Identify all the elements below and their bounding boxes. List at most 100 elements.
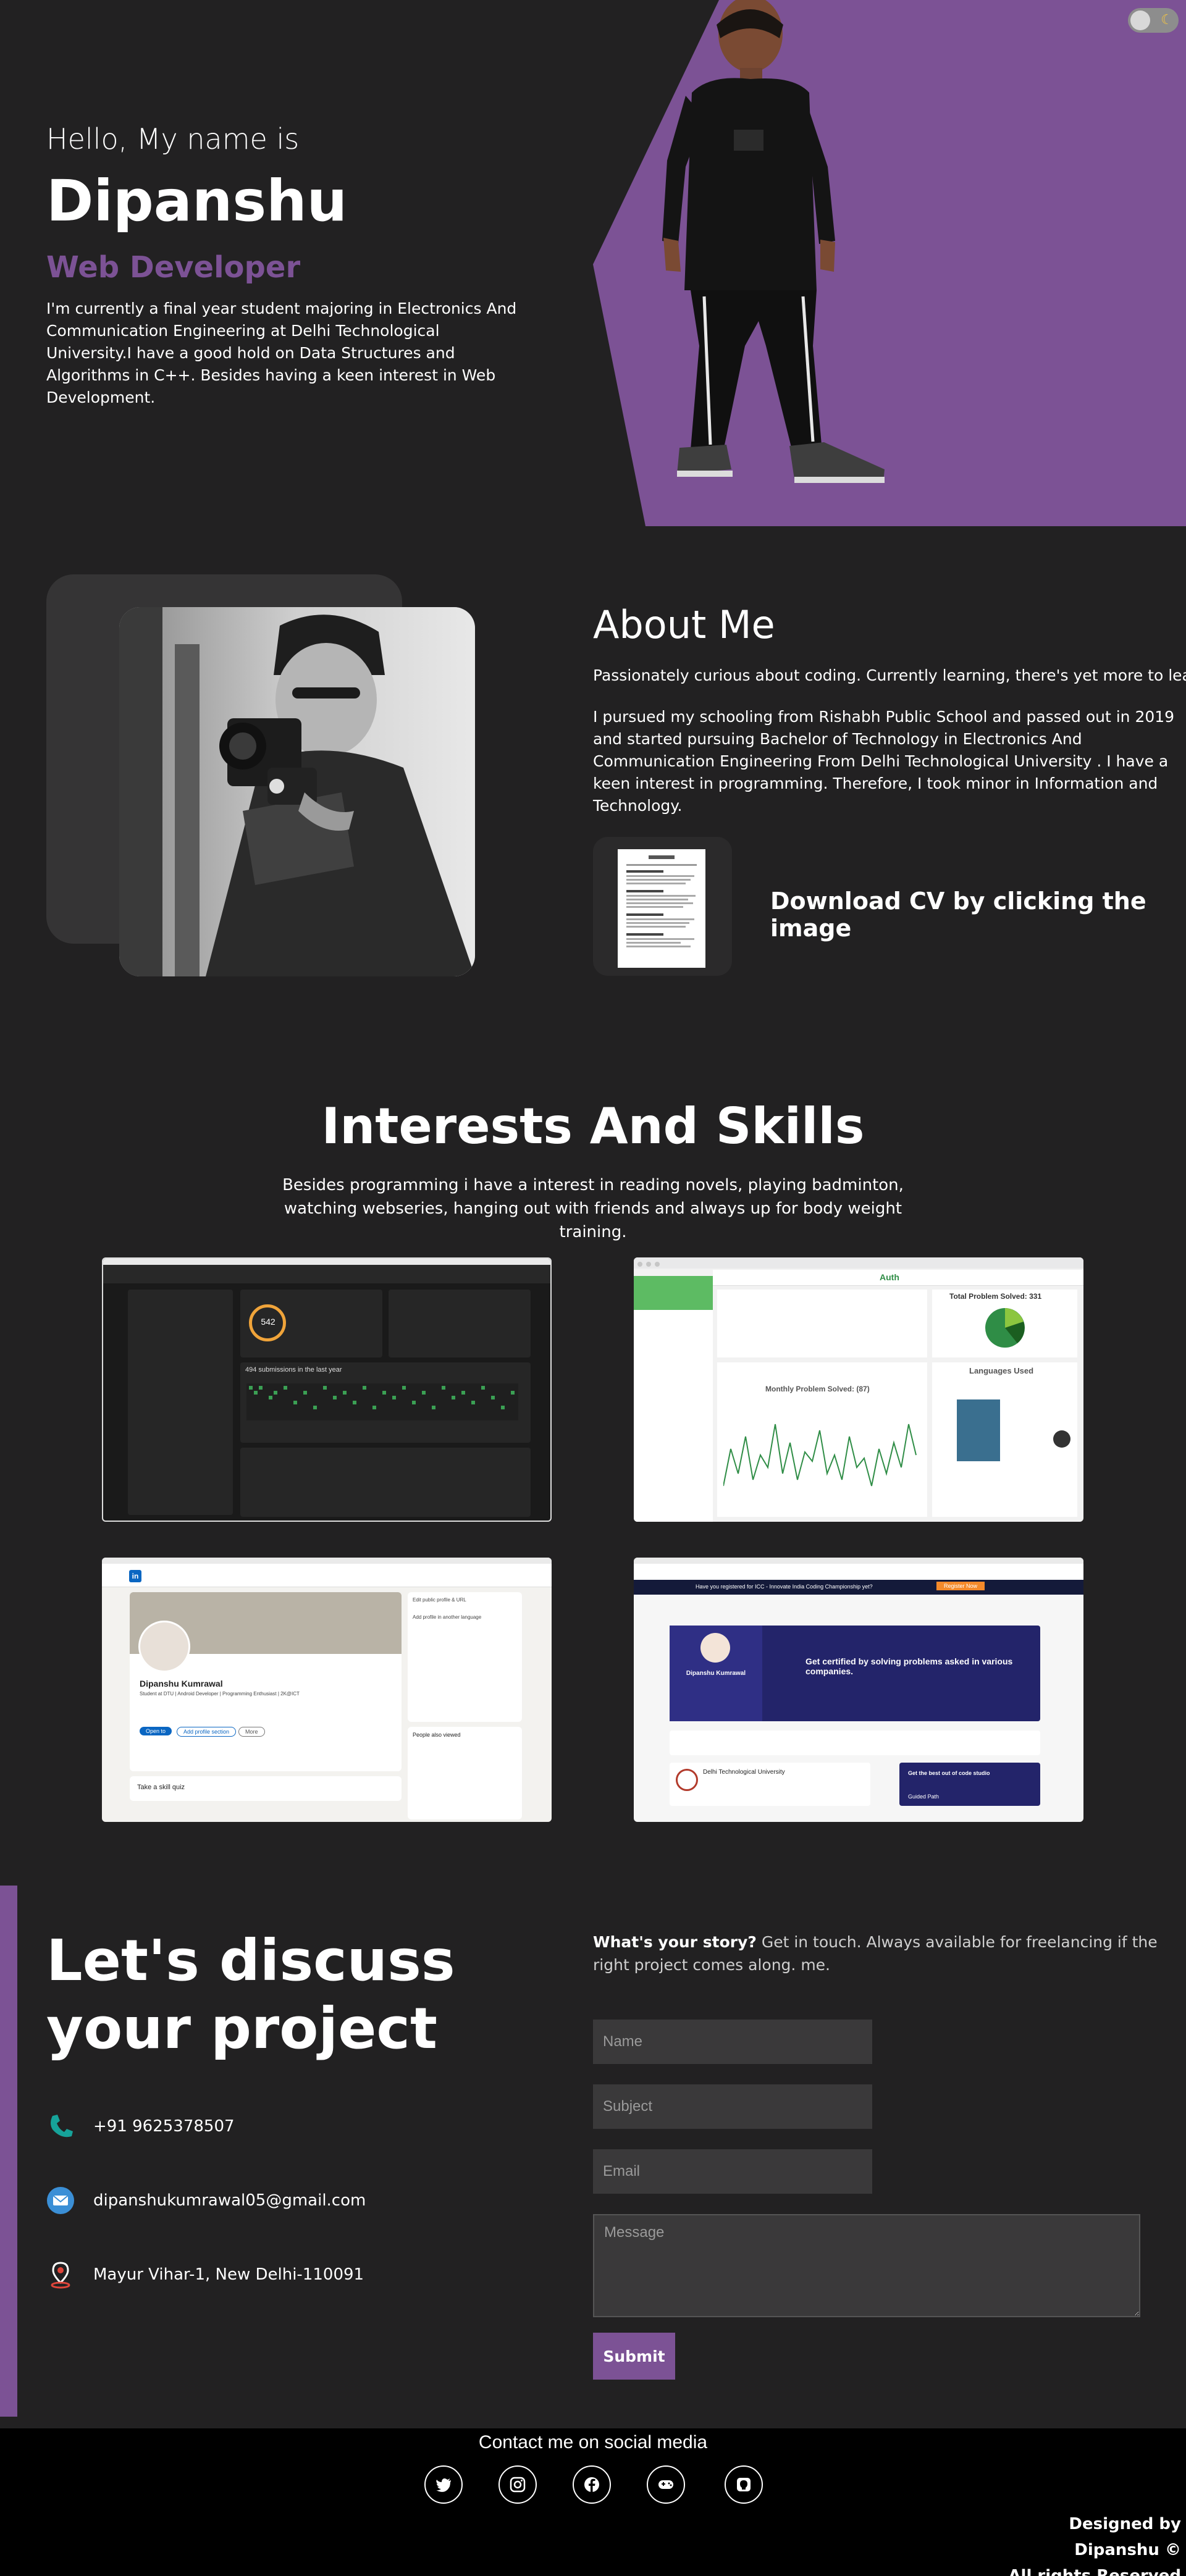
credit-line-1: Designed by Dipanshu ©: [1069, 2515, 1181, 2559]
cv-download-image[interactable]: [593, 837, 732, 976]
gfg-line-chart: [723, 1424, 917, 1487]
linkedin-profile-card: Dipanshu Kumrawal Student at DTU | Andro…: [130, 1592, 402, 1771]
contact-phone[interactable]: +91 9625378507: [46, 2111, 235, 2142]
subject-field[interactable]: [593, 2084, 872, 2129]
story-heading: What's your story?: [593, 1933, 757, 1951]
cert-text: Get certified by solving problems asked …: [805, 1656, 1013, 1676]
phone-number: +91 9625378507: [93, 2117, 235, 2136]
contact-story: What's your story? Get in touch. Always …: [593, 1931, 1167, 1976]
linkedin-name: Dipanshu Kumrawal: [140, 1679, 223, 1689]
gfg-brand: Auth: [880, 1272, 899, 1282]
side-link-1: Edit public profile & URL: [413, 1597, 466, 1603]
gfg-language-bar: [957, 1399, 1000, 1461]
gfg-info-card: [717, 1290, 927, 1357]
gamepad-icon[interactable]: [647, 2465, 685, 2504]
college-card: Delhi Technological University: [670, 1763, 870, 1806]
footer-title: Contact me on social media: [478, 2432, 708, 2452]
linkedin-people-card: People also viewed: [408, 1727, 522, 1819]
codestudio-navbar: [634, 1564, 1083, 1580]
submission-heatmap: [246, 1383, 518, 1420]
avatar: [138, 1621, 190, 1672]
codestudio-banner: Have you registered for ICC - Innovate I…: [634, 1580, 1083, 1595]
gfg-sidebar: [634, 1310, 713, 1522]
linkedin-navbar: in: [102, 1564, 552, 1587]
contact-accent-stripe: [0, 1886, 17, 2417]
leetcode-recent-panel: [240, 1448, 531, 1517]
facebook-icon[interactable]: [573, 2465, 611, 2504]
avatar: [700, 1633, 730, 1663]
gfg-monthly-heading: Monthly Problem Solved: (87): [765, 1385, 870, 1393]
banner-text: Have you registered for ICC - Innovate I…: [696, 1584, 873, 1590]
gfg-languages-card: Languages Used: [932, 1362, 1077, 1517]
stats-row: [670, 1731, 1040, 1755]
leetcode-screenshot: 542 494 submissions in the last year: [102, 1257, 552, 1522]
hero-greeting: Hello, My name is: [46, 122, 300, 156]
profile-block: Dipanshu Kumrawal: [670, 1626, 762, 1721]
email-field[interactable]: [593, 2149, 872, 2194]
profile-name: Dipanshu Kumrawal: [686, 1670, 746, 1677]
gfg-total-card: Total Problem Solved: 331: [932, 1290, 1077, 1357]
gfg-monthly-card: Monthly Problem Solved: (87): [717, 1362, 927, 1517]
register-button: Register Now: [936, 1582, 985, 1590]
twitter-icon[interactable]: [424, 2465, 463, 2504]
instagram-icon[interactable]: [498, 2465, 537, 2504]
codestudio-screenshot: Have you registered for ICC - Innovate I…: [634, 1558, 1083, 1822]
email-address: dipanshukumrawal05@gmail.com: [93, 2191, 366, 2210]
hero-role: Web Developer: [46, 250, 301, 285]
linkedin-side-card: Edit public profile & URL Add profile in…: [408, 1592, 522, 1722]
contact-email[interactable]: dipanshukumrawal05@gmail.com: [46, 2185, 366, 2216]
message-field[interactable]: [593, 2214, 1140, 2317]
address-text: Mayur Vihar-1, New Delhi-110091: [93, 2265, 364, 2284]
add-section-button: Add profile section: [177, 1727, 237, 1737]
theme-toggle[interactable]: ☾: [1128, 8, 1179, 33]
more-button: More: [238, 1727, 265, 1737]
leetcode-navbar: [103, 1265, 550, 1283]
people-heading: People also viewed: [413, 1732, 461, 1738]
about-tagline: Passionately curious about coding. Curre…: [593, 666, 1186, 684]
cv-preview: [618, 849, 705, 968]
linkedin-screenshot: in Dipanshu Kumrawal Student at DTU | An…: [102, 1558, 552, 1822]
codestudio-hero-card: Dipanshu Kumrawal Get certified by solvi…: [670, 1626, 1040, 1721]
toggle-knob: [1130, 10, 1150, 30]
solved-count: 542: [261, 1317, 275, 1327]
college-name: Delhi Technological University: [703, 1769, 785, 1776]
location-pin-icon: [51, 2262, 70, 2289]
side-link-2: Add profile in another language: [413, 1614, 482, 1620]
leetcode-heatmap-panel: 494 submissions in the last year: [240, 1362, 531, 1443]
gfg-user-header: [634, 1276, 713, 1310]
about-body: I pursued my schooling from Rishabh Publ…: [593, 708, 1175, 815]
leetcode-solved-panel: 542: [240, 1290, 382, 1357]
cta-text: Get the best out of code studio: [908, 1770, 990, 1776]
leetcode-badges-panel: [389, 1290, 531, 1357]
browser-bar: [634, 1257, 1083, 1269]
hero-portrait: [662, 0, 885, 483]
quiz-label: Take a skill quiz: [137, 1784, 185, 1791]
skills-title: Interests And Skills: [321, 1097, 865, 1155]
contact-title: Let's discuss your project: [46, 1928, 455, 2062]
share-icon: [1053, 1430, 1070, 1448]
guided-path-label: Guided Path: [908, 1794, 940, 1800]
gfg-topbar: Auth: [713, 1270, 1083, 1286]
moon-icon: ☾: [1161, 12, 1173, 28]
github-icon[interactable]: [725, 2465, 763, 2504]
cv-download-label: Download CV by clicking the image: [770, 887, 1146, 942]
name-field[interactable]: [593, 2020, 872, 2064]
open-to-button: Open to: [140, 1727, 172, 1735]
gfg-total-heading: Total Problem Solved: 331: [949, 1292, 1042, 1301]
skills-description: Besides programming i have a interest in…: [282, 1176, 904, 1241]
submit-button[interactable]: Submit: [593, 2333, 675, 2380]
gfg-languages-heading: Languages Used: [969, 1366, 1034, 1375]
linkedin-quiz-card: Take a skill quiz: [130, 1776, 402, 1801]
about-photo: [119, 607, 475, 976]
college-logo: [676, 1769, 698, 1791]
mail-icon: [47, 2187, 74, 2214]
phone-icon: [51, 2115, 73, 2138]
leetcode-profile-panel: [128, 1290, 233, 1515]
about-title: About Me: [593, 602, 775, 647]
linkedin-logo: in: [129, 1570, 141, 1582]
photographer-image: [119, 607, 475, 976]
gfg-pie-chart: [985, 1308, 1025, 1348]
contact-address: Mayur Vihar-1, New Delhi-110091: [46, 2259, 364, 2290]
gfg-screenshot: Auth Total Problem Solved: 331 Monthly P…: [634, 1257, 1083, 1522]
browser-bar: [103, 1259, 550, 1265]
